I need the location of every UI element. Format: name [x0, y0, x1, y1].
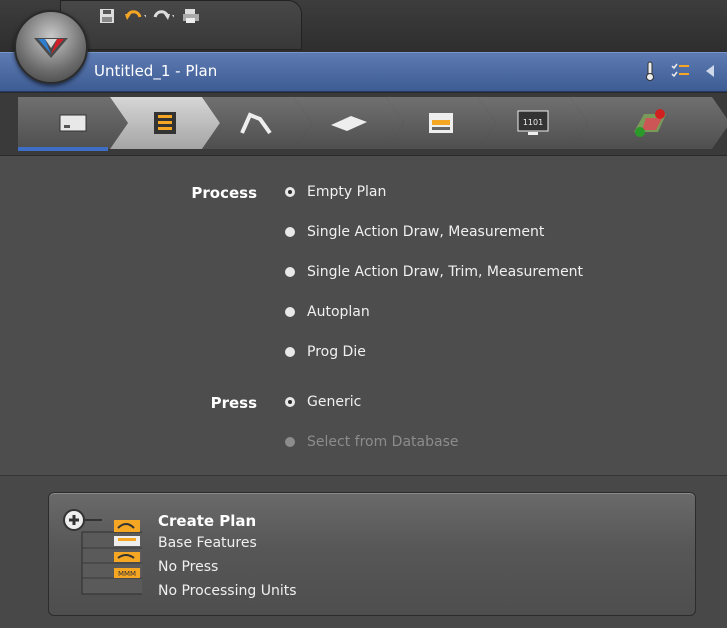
print-icon[interactable] [180, 6, 202, 26]
process-option-prog-die[interactable]: Prog Die [285, 344, 366, 360]
draw-die-icon [240, 112, 272, 135]
svg-text:MMM: MMM [118, 570, 136, 578]
press-option-select-from-database: Select from Database [285, 434, 458, 450]
option-label: Generic [307, 394, 362, 410]
radio[interactable] [285, 307, 295, 317]
option-label: Select from Database [307, 434, 459, 450]
monitor-text: 1101 [523, 118, 543, 127]
radio[interactable] [285, 227, 295, 237]
create-plan-line-press: No Press [158, 559, 219, 575]
step-results[interactable] [570, 97, 727, 149]
save-icon[interactable] [96, 6, 118, 26]
app-logo-icon [34, 38, 68, 58]
plan-icon [59, 114, 87, 132]
radio-selected[interactable] [285, 187, 295, 197]
active-step-underline [18, 147, 108, 151]
process-option-single-action-draw-measurement[interactable]: Single Action Draw, Measurement [285, 224, 544, 240]
application-menu-button[interactable] [14, 10, 88, 84]
process-option-single-action-draw-trim-measurement[interactable]: Single Action Draw, Trim, Measurement [285, 264, 583, 280]
radio-disabled [285, 437, 295, 447]
undo-icon[interactable] [124, 6, 146, 26]
window-title: Untitled_1 - Plan [94, 62, 218, 80]
radio-selected[interactable] [285, 397, 295, 407]
monitor-icon: 1101 [517, 110, 549, 135]
option-label: Prog Die [307, 344, 366, 360]
option-label: Empty Plan [307, 184, 387, 200]
results-icon [634, 109, 666, 137]
create-plan-line-units: No Processing Units [158, 583, 297, 599]
create-plan-button[interactable] [48, 492, 696, 616]
process-icon [154, 112, 176, 134]
collapse-arrow-icon[interactable] [699, 60, 721, 82]
title-bar-icons [639, 60, 721, 82]
process-option-autoplan[interactable]: Autoplan [285, 304, 370, 320]
option-label: Autoplan [307, 304, 370, 320]
option-label: Single Action Draw, Measurement [307, 224, 545, 240]
quick-access-icons [96, 6, 202, 26]
thermometer-icon[interactable] [639, 60, 661, 82]
redo-icon[interactable] [152, 6, 174, 26]
process-label: Process [191, 184, 257, 202]
create-plan-title: Create Plan [158, 512, 257, 530]
radio[interactable] [285, 267, 295, 277]
press-icon [429, 113, 453, 133]
radio[interactable] [285, 347, 295, 357]
create-plan-line-features: Base Features [158, 535, 257, 551]
process-option-empty-plan[interactable]: Empty Plan [285, 184, 386, 200]
title-bar: Untitled_1 - Plan [0, 52, 727, 92]
press-label: Press [210, 394, 257, 412]
blank-icon [331, 116, 367, 131]
option-label: Single Action Draw, Trim, Measurement [307, 264, 584, 280]
press-option-generic[interactable]: Generic [285, 394, 361, 410]
checklist-icon[interactable] [669, 60, 691, 82]
create-plan-icon: MMM [63, 509, 142, 595]
